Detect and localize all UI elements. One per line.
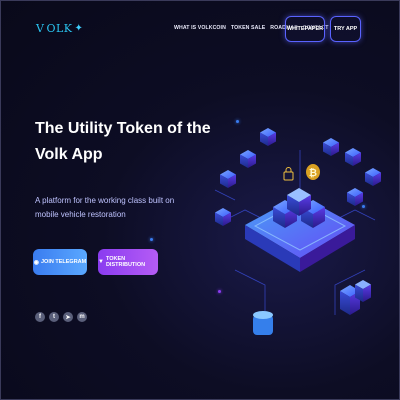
logo-v: V: [36, 22, 45, 35]
twitter-icon[interactable]: t: [49, 312, 59, 322]
join-telegram-label: JOIN TELEGRAM: [41, 259, 87, 265]
medium-icon[interactable]: m: [77, 312, 87, 322]
nav-what-is-volkcoin[interactable]: WHAT IS VOLKCOIN: [174, 25, 226, 31]
telegram-icon: ◉: [33, 259, 39, 266]
distribution-icon: ▼: [98, 259, 104, 265]
token-distribution-button[interactable]: ▼ TOKEN DISTRIBUTION: [98, 249, 158, 275]
nav-token-sale[interactable]: TOKEN SALE: [231, 25, 265, 31]
try-app-button[interactable]: TRY APP: [330, 16, 361, 42]
token-distribution-label: TOKEN DISTRIBUTION: [105, 256, 146, 268]
svg-text:₿: ₿: [309, 167, 317, 179]
logo[interactable]: V OLK ✦: [36, 22, 83, 35]
cylinder-node: [253, 311, 273, 335]
social-links: f t ➤ m: [35, 312, 87, 322]
glow-dot: [150, 238, 153, 241]
lock-icon: [283, 167, 294, 181]
whitepaper-button[interactable]: WHITEPAPER: [285, 16, 325, 42]
telegram-social-icon[interactable]: ➤: [63, 312, 73, 322]
join-telegram-button[interactable]: ◉ JOIN TELEGRAM: [33, 249, 87, 275]
logo-sparkle-icon: ✦: [74, 23, 84, 34]
hero-title: The Utility Token of the Volk App: [35, 120, 211, 163]
blockchain-illustration: ₿: [214, 128, 381, 335]
logo-text: OLK: [46, 22, 73, 35]
hero-subtitle: A platform for the working class built o…: [35, 196, 175, 219]
bitcoin-coin-icon: ₿: [306, 164, 320, 180]
facebook-icon[interactable]: f: [35, 312, 45, 322]
